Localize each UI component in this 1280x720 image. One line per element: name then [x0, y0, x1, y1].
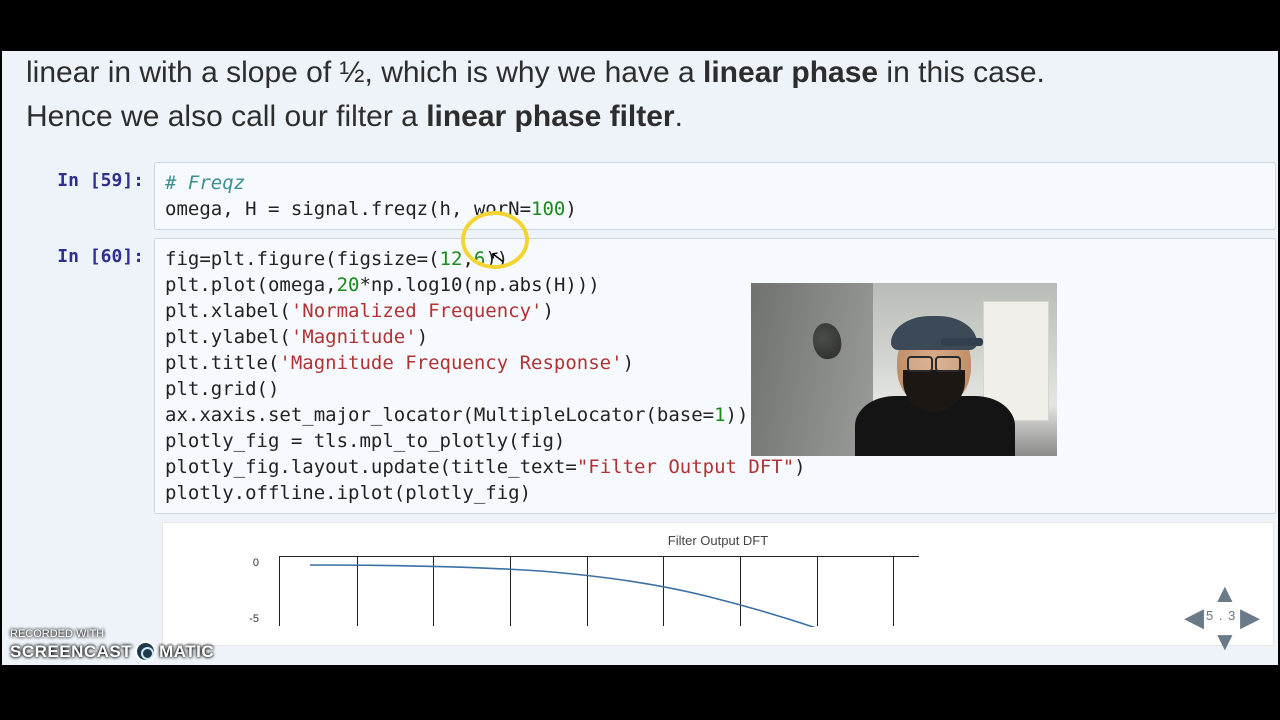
plot-axes	[279, 556, 919, 626]
y-tick-label: -5	[237, 613, 259, 625]
prose-text: Hence we also call our filter a	[26, 100, 426, 133]
screencast-o-matic-logo-icon	[135, 641, 156, 662]
code-input[interactable]: # Freqz omega, H = signal.freqz(h, worN=…	[154, 162, 1276, 230]
code-line: plt.grid()	[165, 378, 279, 400]
nav-up-button[interactable]: ▲	[1212, 578, 1238, 609]
plot-line	[280, 557, 920, 627]
code-line: ax.xaxis.set_major_locator(MultipleLocat…	[165, 404, 748, 426]
code-line: plotly_fig.layout.update(title_text="Fil…	[165, 456, 806, 478]
plotly-figure[interactable]: Filter Output DFT 0 -5	[162, 522, 1274, 646]
nav-left-button[interactable]: ◀	[1184, 602, 1204, 633]
webcam-overlay	[751, 283, 1057, 456]
input-prompt: In [59]:	[2, 162, 154, 191]
code-line: plotly.offline.iplot(plotly_fig)	[165, 482, 531, 504]
code-line: omega, H = signal.freqz(h, worN=100)	[165, 198, 577, 220]
watermark-line1: RECORDED WITH	[10, 629, 214, 641]
prose-bold: linear phase filter	[426, 100, 674, 133]
plot-title: Filter Output DFT	[179, 533, 1257, 548]
y-tick-label: 0	[237, 557, 259, 569]
code-line: plt.xlabel('Normalized Frequency')	[165, 300, 554, 322]
nav-right-button[interactable]: ▶	[1240, 602, 1260, 633]
prose-text: linear in with a slope of ½, which is wh…	[26, 56, 703, 89]
prose-bold: linear phase	[703, 56, 878, 89]
code-line: plt.title('Magnitude Frequency Response'…	[165, 352, 634, 374]
slide-content: linear in with a slope of ½, which is wh…	[2, 51, 1278, 665]
notebook-cell: In [59]: # Freqz omega, H = signal.freqz…	[2, 162, 1278, 230]
code-line: plotly_fig = tls.mpl_to_plotly(fig)	[165, 430, 565, 452]
watermark-brand-a: SCREENCAST	[10, 643, 132, 661]
notebook-cell: In [60]: fig=plt.figure(figsize=(12,6)) …	[2, 238, 1278, 514]
cell-output: Filter Output DFT 0 -5	[162, 522, 1274, 646]
prose-text: .	[675, 100, 683, 133]
prose-paragraph: linear in with a slope of ½, which is wh…	[2, 51, 1278, 156]
prose-text: in this case.	[878, 56, 1045, 89]
watermark-brand-b: MATIC	[159, 643, 214, 661]
code-input[interactable]: fig=plt.figure(figsize=(12,6)) plt.plot(…	[154, 238, 1276, 514]
slide-nav: ▲ ◀ 5 . 3 ▶ ▼	[1180, 582, 1270, 662]
recorder-watermark: RECORDED WITH SCREENCAST MATIC	[10, 629, 214, 662]
code-line: fig=plt.figure(figsize=(12,6))	[165, 248, 508, 270]
code-comment: # Freqz	[165, 172, 245, 194]
slide-number: 5 . 3	[1206, 608, 1236, 623]
code-line: plt.ylabel('Magnitude')	[165, 326, 428, 348]
code-line: plt.plot(omega,20*np.log10(np.abs(H)))	[165, 274, 600, 296]
nav-down-button[interactable]: ▼	[1212, 626, 1238, 657]
input-prompt: In [60]:	[2, 238, 154, 267]
